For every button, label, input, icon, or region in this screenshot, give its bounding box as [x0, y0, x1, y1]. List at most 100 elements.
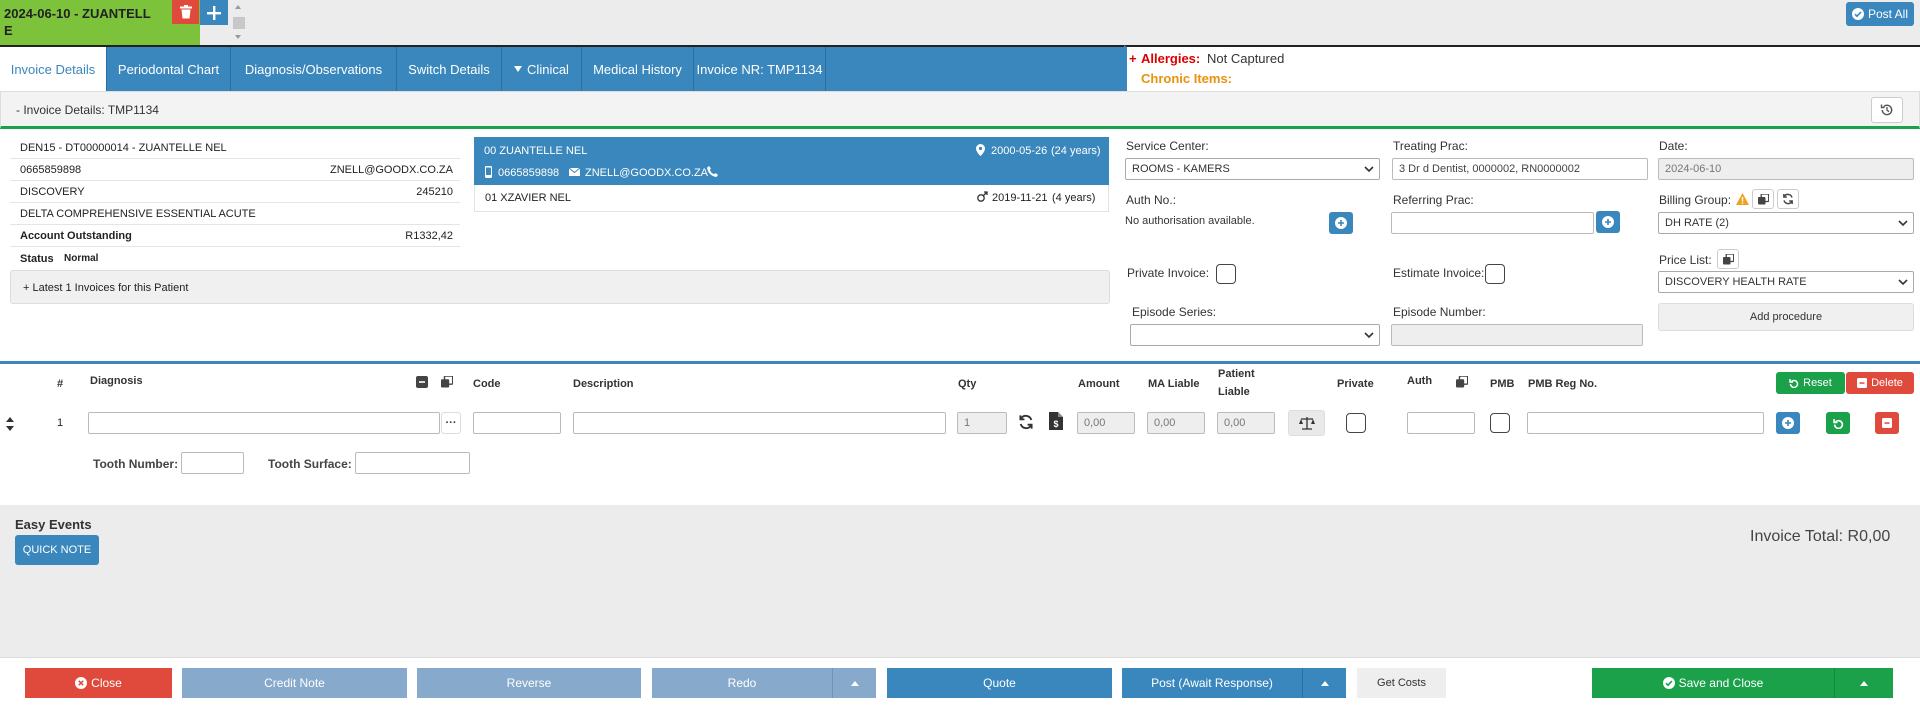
reset-button[interactable]: Reset	[1776, 372, 1845, 394]
episode-series-select[interactable]	[1130, 324, 1380, 346]
diagnosis-lookup-button[interactable]: ···	[441, 412, 461, 434]
save-and-close-button[interactable]: Save and Close	[1592, 668, 1834, 698]
history-button[interactable]	[1871, 97, 1903, 123]
alerts-panel: + Allergies: Not Captured Chronic Items:	[1124, 45, 1920, 91]
row-add-button[interactable]	[1776, 412, 1800, 434]
refresh-billing-group-button[interactable]	[1777, 189, 1799, 209]
code-input[interactable]	[473, 412, 561, 434]
service-center-select[interactable]: ROOMS - KAMERS	[1125, 158, 1380, 180]
tab-switch-details-label: Switch Details	[408, 61, 490, 77]
dependant-selected[interactable]: 00 ZUANTELLE NEL 2000-05-26 (24 years) 0…	[474, 137, 1109, 185]
patient-tab[interactable]: 2024-06-10 - ZUANTELL E	[0, 0, 200, 45]
private-invoice-checkbox[interactable]	[1216, 264, 1236, 284]
invoice-details-header[interactable]: - Invoice Details: TMP1134	[0, 91, 1920, 129]
plus-icon	[207, 5, 221, 20]
price-list-select[interactable]: DISCOVERY HEALTH RATE	[1658, 271, 1914, 293]
scroll-thumb[interactable]	[233, 17, 245, 29]
copy-price-list-button[interactable]	[1717, 249, 1739, 269]
close-button[interactable]: Close	[25, 668, 172, 698]
reverse-button[interactable]: Reverse	[417, 668, 641, 698]
qty-input[interactable]: 1	[957, 412, 1007, 434]
estimate-invoice-checkbox[interactable]	[1485, 264, 1505, 284]
add-procedure-button[interactable]: Add procedure	[1658, 303, 1914, 331]
chevron-down-icon	[1898, 279, 1908, 286]
latest-invoices-label: + Latest 1 Invoices for this Patient	[23, 282, 189, 294]
copy-auth-button[interactable]	[1453, 373, 1471, 391]
tab-clinical-label: Clinical	[527, 61, 569, 77]
scroll-down-arrow[interactable]	[235, 35, 241, 39]
add-auth-button[interactable]	[1329, 212, 1353, 234]
scroll-up-arrow[interactable]	[235, 5, 241, 9]
pmb-reg-input[interactable]	[1527, 412, 1764, 434]
dependant-row[interactable]: 01 XZAVIER NEL 2019-11-21 (4 years)	[474, 185, 1109, 212]
tooth-surface-input[interactable]	[355, 452, 470, 474]
diagnosis-input[interactable]	[88, 412, 440, 434]
patient-id-line: DEN15 - DT00000014 - ZUANTELLE NEL	[20, 142, 227, 154]
invoice-total: Invoice Total: R0,00	[1750, 528, 1891, 545]
price-document-icon[interactable]: $	[1049, 412, 1063, 430]
post-all-button[interactable]: Post All	[1846, 2, 1914, 26]
table-divider	[0, 361, 1920, 364]
tab-diagnosis-observations[interactable]: Diagnosis/Observations	[231, 47, 397, 91]
status-value: Normal	[64, 253, 99, 264]
auth-input[interactable]	[1407, 412, 1475, 434]
table-row: 1 ··· 1 $ 0,00 0,00 0,00	[0, 405, 1920, 445]
circle-plus-icon	[1602, 216, 1614, 228]
delete-button[interactable]: Delete	[1846, 372, 1914, 394]
row-reset-button[interactable]	[1826, 412, 1850, 434]
referring-prac-input[interactable]	[1391, 212, 1594, 234]
copy-icon	[1722, 253, 1734, 264]
sort-handle-icon[interactable]	[6, 417, 14, 431]
treating-prac-label: Treating Prac:	[1393, 139, 1468, 153]
auth-no-value: No authorisation available.	[1125, 215, 1255, 227]
treating-prac-input[interactable]: 3 Dr d Dentist, 0000002, RN0000002	[1392, 158, 1648, 180]
tab-switch-details[interactable]: Switch Details	[397, 47, 502, 91]
latest-invoices-panel[interactable]: + Latest 1 Invoices for this Patient	[10, 270, 1110, 304]
add-patient-tab-button[interactable]	[200, 0, 228, 25]
get-costs-button[interactable]: Get Costs	[1357, 668, 1446, 698]
tab-medical-history-label: Medical History	[593, 61, 682, 77]
post-menu-button[interactable]	[1302, 668, 1346, 698]
quick-note-button[interactable]: QUICK NOTE	[15, 535, 99, 565]
description-input[interactable]	[573, 412, 946, 434]
tab-scrollbar[interactable]	[232, 2, 246, 42]
date-input[interactable]: 2024-06-10	[1658, 158, 1914, 180]
billing-group-select[interactable]: DH RATE (2)	[1658, 212, 1914, 234]
date-label: Date:	[1659, 139, 1688, 153]
post-await-response-button[interactable]: Post (Await Response)	[1122, 668, 1302, 698]
quote-button[interactable]: Quote	[887, 668, 1112, 698]
history-icon	[1880, 104, 1893, 116]
dependant-email: ZNELL@GOODX.CO.ZA	[585, 167, 709, 179]
tab-medical-history[interactable]: Medical History	[582, 47, 694, 91]
delete-patient-tab-button[interactable]	[172, 0, 199, 24]
copy-diagnosis-button[interactable]	[438, 373, 456, 391]
col-qty: Qty	[958, 378, 977, 390]
chevron-down-icon	[1364, 332, 1374, 339]
tooth-number-input[interactable]	[181, 452, 244, 474]
alerts-plus[interactable]: +	[1129, 51, 1137, 66]
caret-down-icon	[514, 66, 523, 72]
credit-note-button[interactable]: Credit Note	[182, 668, 407, 698]
add-referring-prac-button[interactable]	[1596, 211, 1620, 233]
tab-clinical[interactable]: Clinical	[502, 47, 582, 91]
account-outstanding-label: Account Outstanding	[20, 230, 132, 242]
dependant-name: 00 ZUANTELLE NEL	[484, 145, 588, 157]
col-private: Private	[1337, 378, 1374, 390]
phone-icon[interactable]	[707, 166, 718, 177]
save-menu-button[interactable]	[1834, 668, 1893, 698]
row-delete-button[interactable]	[1875, 412, 1899, 434]
tab-periodontal-chart[interactable]: Periodontal Chart	[107, 47, 231, 91]
episode-number-label: Episode Number:	[1393, 305, 1486, 319]
service-center-value: ROOMS - KAMERS	[1132, 163, 1230, 175]
pmb-checkbox[interactable]	[1490, 413, 1510, 433]
collapse-diagnosis-button[interactable]	[413, 373, 431, 391]
private-checkbox[interactable]	[1346, 413, 1366, 433]
copy-billing-group-button[interactable]	[1752, 189, 1774, 209]
redo-menu-button[interactable]	[832, 668, 876, 698]
redo-button[interactable]: Redo	[652, 668, 832, 698]
balance-button[interactable]	[1288, 410, 1325, 436]
tab-invoice-details[interactable]: Invoice Details	[0, 47, 107, 91]
tab-invoice-nr[interactable]: Invoice NR: TMP1134	[694, 47, 826, 91]
refresh-icon[interactable]	[1018, 414, 1034, 430]
private-invoice-label: Private Invoice:	[1127, 266, 1210, 280]
